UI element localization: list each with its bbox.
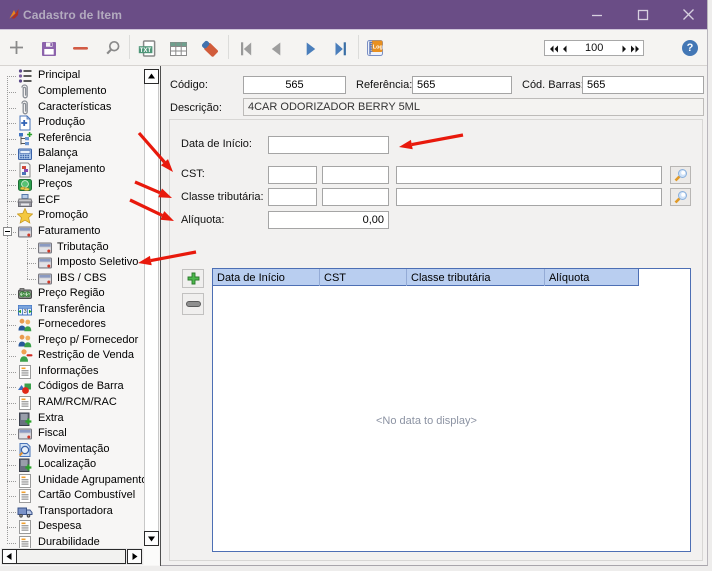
svg-text:Log: Log: [373, 45, 383, 51]
svg-text:TXT: TXT: [140, 48, 152, 54]
svg-text:$: $: [21, 292, 24, 298]
svg-text:3: 3: [24, 309, 27, 315]
svg-text:$: $: [27, 292, 30, 298]
